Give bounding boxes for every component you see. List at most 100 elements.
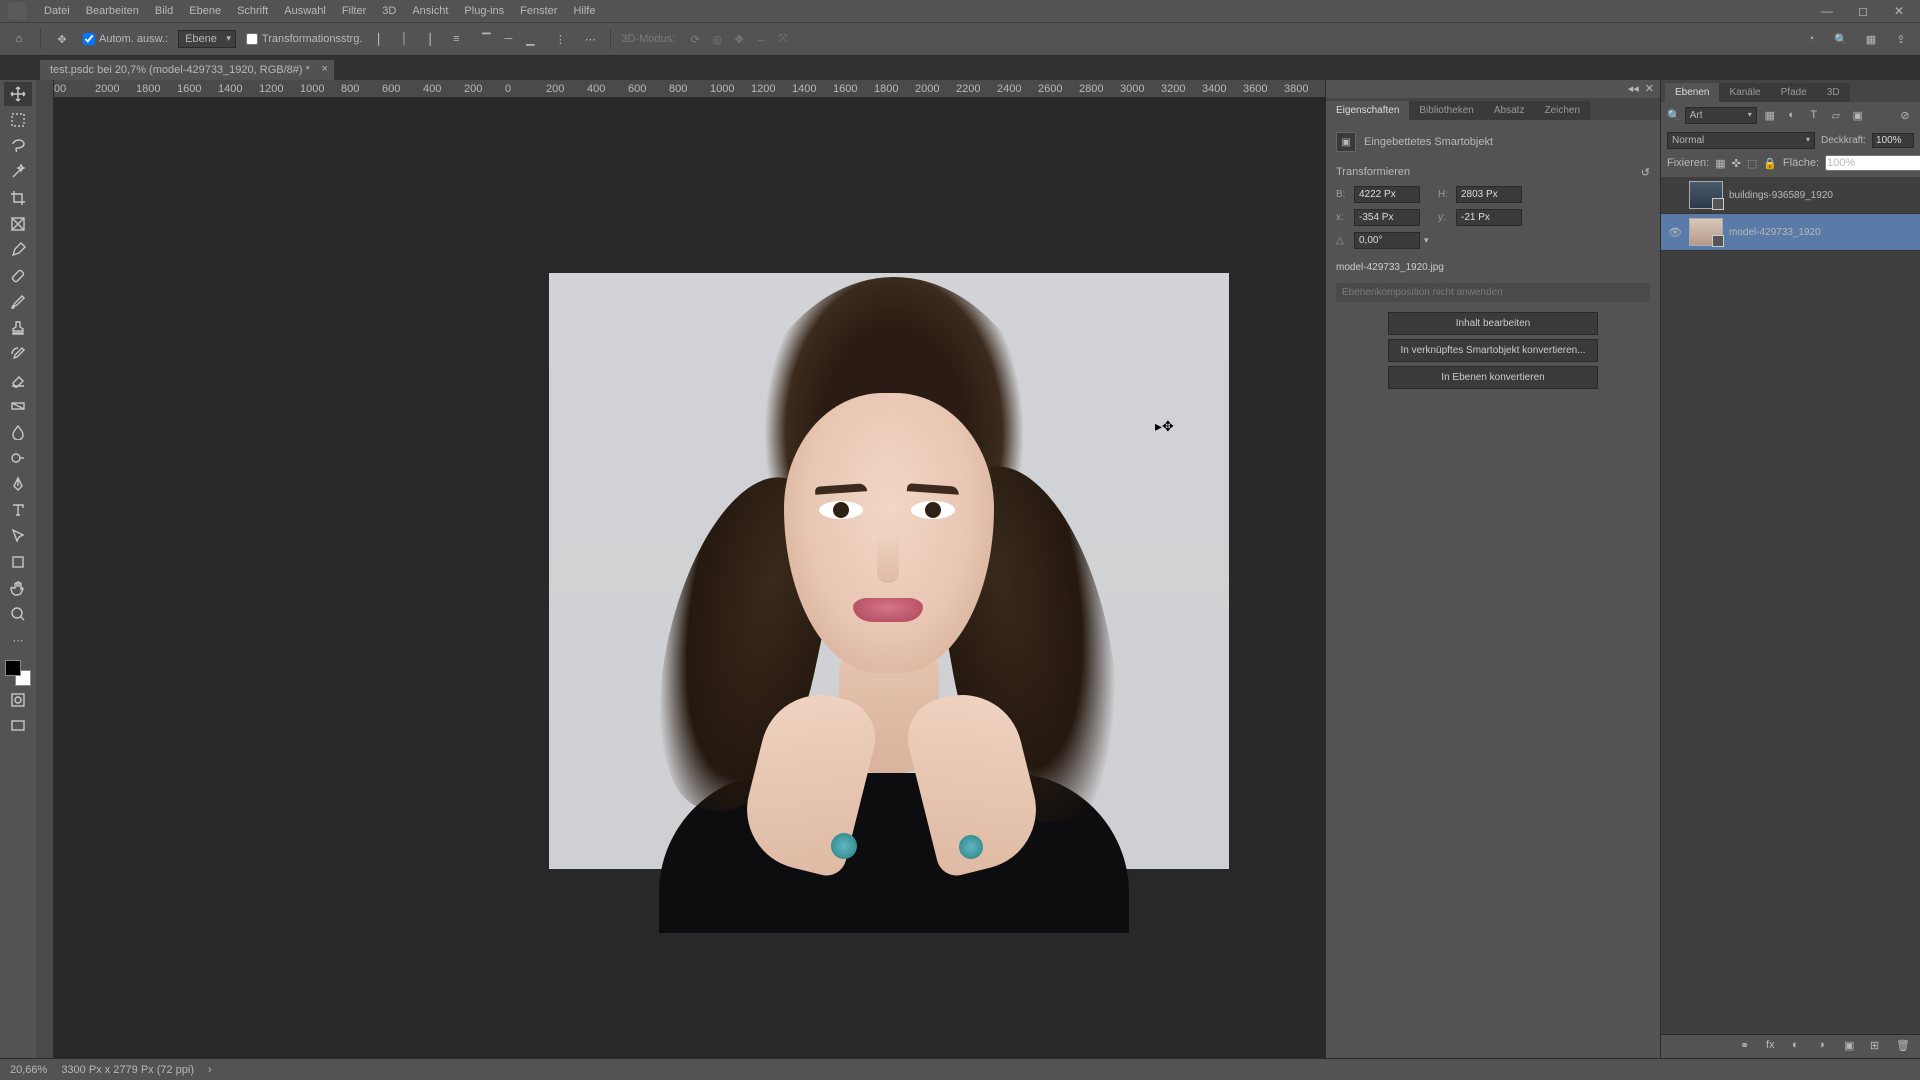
filter-type-icon[interactable]: T [1805,106,1823,124]
panel-close-icon[interactable]: ✕ [1645,82,1654,96]
layer-mask-icon[interactable]: ◐ [1792,1039,1808,1055]
lock-position-icon[interactable]: ✜ [1732,155,1741,171]
filter-shape-icon[interactable]: ▱ [1827,106,1845,124]
align-bottom-icon[interactable]: ▁ [520,29,540,49]
menu-filter[interactable]: Filter [334,5,374,17]
pen-tool[interactable] [4,472,32,496]
healing-tool[interactable] [4,264,32,288]
angle-field[interactable] [1354,232,1420,249]
filter-toggle-icon[interactable]: ⊘ [1896,106,1914,124]
adjustment-layer-icon[interactable]: ◑ [1818,1039,1834,1055]
align-vcenter-icon[interactable]: ─ [498,29,518,49]
workspace-icon[interactable]: ▦ [1860,28,1882,50]
menu-image[interactable]: Bild [147,5,181,17]
distribute-v-icon[interactable]: ⋮ [550,29,570,49]
layer-item-model[interactable]: 👁 model-429733_1920 [1661,214,1920,251]
menu-type[interactable]: Schrift [229,5,276,17]
tab-properties[interactable]: Eigenschaften [1326,101,1409,120]
eraser-tool[interactable] [4,368,32,392]
tab-3d[interactable]: 3D [1817,83,1850,102]
close-icon[interactable]: × [321,63,327,75]
tab-channels[interactable]: Kanäle [1719,83,1770,102]
visibility-toggle[interactable]: 👁 [1667,226,1683,239]
marquee-tool[interactable] [4,108,32,132]
blur-tool[interactable] [4,420,32,444]
menu-view[interactable]: Ansicht [404,5,456,17]
align-hcenter-icon[interactable]: │ [394,29,414,49]
layer-item-buildings[interactable]: buildings-936589_1920 [1661,177,1920,214]
fill-field[interactable] [1825,155,1920,171]
foreground-color[interactable] [5,660,21,676]
quick-mask-icon[interactable] [4,688,32,712]
color-swatch[interactable] [5,660,31,686]
tab-libraries[interactable]: Bibliotheken [1409,101,1483,120]
more-options-icon[interactable]: ⋯ [580,29,600,49]
minimize-button[interactable]: — [1814,1,1840,21]
history-brush-tool[interactable] [4,342,32,366]
reset-transform-icon[interactable]: ↺ [1641,166,1650,179]
tab-character[interactable]: Zeichen [1534,101,1590,120]
menu-select[interactable]: Auswahl [276,5,334,17]
align-right-icon[interactable]: ▕ [416,29,436,49]
frame-tool[interactable] [4,212,32,236]
tab-paths[interactable]: Pfade [1771,83,1817,102]
lasso-tool[interactable] [4,134,32,158]
canvas-area[interactable] [54,98,1325,1058]
auto-select-check[interactable] [83,33,95,45]
menu-edit[interactable]: Bearbeiten [78,5,147,17]
menu-3d[interactable]: 3D [374,5,404,17]
lock-artboard-icon[interactable]: ⬚ [1747,155,1757,171]
menu-help[interactable]: Hilfe [565,5,603,17]
filter-adjust-icon[interactable]: ◐ [1783,106,1801,124]
wand-tool[interactable] [4,160,32,184]
filter-smart-icon[interactable]: ▣ [1849,106,1867,124]
zoom-level[interactable]: 20,66% [10,1064,47,1076]
menu-window[interactable]: Fenster [512,5,565,17]
lock-all-icon[interactable]: 🔒 [1763,155,1777,171]
transform-controls-checkbox[interactable]: Transformationsstrg. [246,33,362,45]
screen-mode-icon[interactable] [4,714,32,738]
auto-select-target[interactable]: Ebene [178,30,236,48]
crop-tool[interactable] [4,186,32,210]
tab-layers[interactable]: Ebenen [1665,83,1719,102]
tab-paragraph[interactable]: Absatz [1484,101,1535,120]
search-icon[interactable]: 🔍 [1830,28,1852,50]
layer-thumbnail[interactable] [1689,181,1723,209]
gradient-tool[interactable] [4,394,32,418]
path-select-tool[interactable] [4,524,32,548]
menu-file[interactable]: Datei [36,5,78,17]
document-canvas[interactable] [549,273,1229,869]
edit-contents-button[interactable]: Inhalt bearbeiten [1388,312,1598,335]
lock-pixels-icon[interactable]: ▦ [1715,155,1725,171]
width-field[interactable] [1354,186,1420,203]
home-icon[interactable]: ⌂ [8,28,30,50]
align-left-icon[interactable]: ▏ [372,29,392,49]
move-tool-icon[interactable]: ✥ [51,28,73,50]
close-button[interactable]: ✕ [1886,1,1912,21]
convert-layers-button[interactable]: In Ebenen konvertieren [1388,366,1598,389]
brush-tool[interactable] [4,290,32,314]
zoom-tool[interactable] [4,602,32,626]
hand-tool[interactable] [4,576,32,600]
search-icon[interactable]: 🔍 [1667,109,1681,122]
move-tool[interactable] [4,82,32,106]
maximize-button[interactable]: ◻ [1850,1,1876,21]
eyedropper-tool[interactable] [4,238,32,262]
x-field[interactable] [1354,209,1420,226]
share-icon[interactable]: ⇪ [1890,28,1912,50]
layer-fx-icon[interactable]: fx [1766,1039,1782,1055]
height-field[interactable] [1456,186,1522,203]
status-more-icon[interactable]: › [208,1064,212,1076]
opacity-field[interactable] [1872,133,1914,148]
convert-linked-button[interactable]: In verknüpftes Smartobjekt konvertieren.… [1388,339,1598,362]
shape-tool[interactable] [4,550,32,574]
delete-layer-icon[interactable]: 🗑 [1896,1039,1912,1055]
transform-ctrls-check[interactable] [246,33,258,45]
auto-select-checkbox[interactable]: Autom. ausw.: [83,33,168,45]
menu-plugins[interactable]: Plug-ins [456,5,512,17]
filter-pixel-icon[interactable]: ▦ [1761,106,1779,124]
new-layer-icon[interactable]: ⊞ [1870,1039,1886,1055]
filter-type-select[interactable]: Art [1685,107,1757,124]
cloud-docs-icon[interactable]: ◔ [1800,28,1822,50]
link-layers-icon[interactable]: ⚭ [1740,1039,1756,1055]
